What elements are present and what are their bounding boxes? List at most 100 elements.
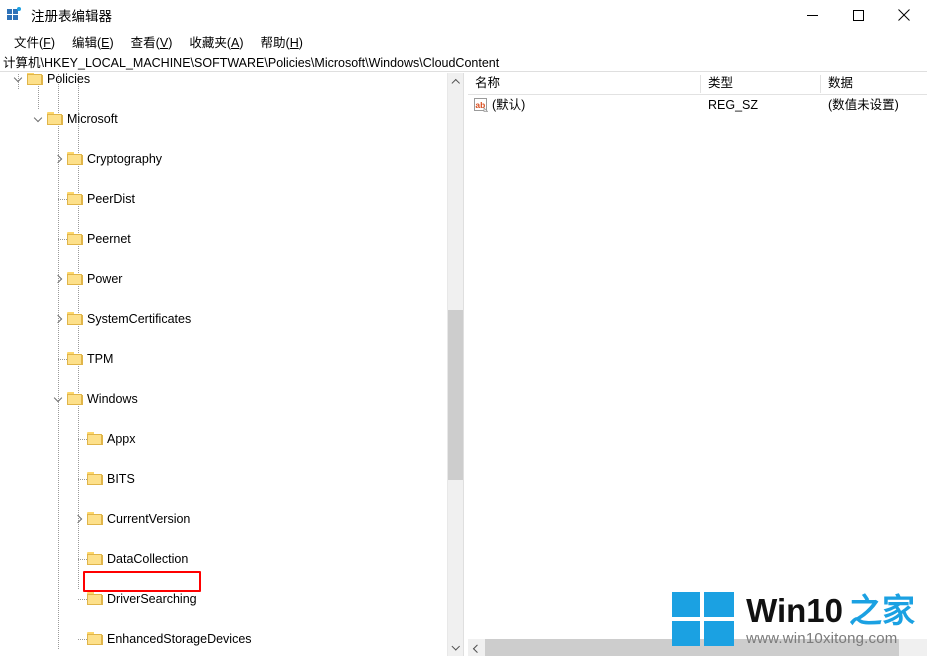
- table-row[interactable]: ab (默认) REG_SZ (数值未设置): [468, 95, 927, 116]
- column-header-type[interactable]: 类型: [701, 73, 820, 94]
- registry-tree-pane: Policies Microsoft Cryptography PeerDist Pee…: [0, 73, 463, 656]
- menu-item-view[interactable]: 查看(V): [123, 30, 182, 53]
- value-list-rows: ab (默认) REG_SZ (数值未设置): [468, 95, 927, 116]
- tree-item-peerdist[interactable]: PeerDist: [0, 189, 447, 209]
- chevron-right-icon[interactable]: [50, 269, 66, 289]
- tree-item-label: PeerDist: [87, 192, 135, 206]
- tree-item-systemcertificates[interactable]: SystemCertificates: [0, 309, 447, 329]
- tree-item-label: Policies: [47, 73, 91, 86]
- scroll-up-button[interactable]: [448, 73, 463, 90]
- scroll-down-button[interactable]: [448, 639, 463, 656]
- registry-value-pane: 名称 类型 数据 ab (默认) REG_SZ (数值未设置): [468, 73, 927, 656]
- tree-item-label: DriverSearching: [107, 592, 197, 606]
- main-area: Policies Microsoft Cryptography PeerDist Pee…: [0, 73, 927, 656]
- menu-accel-help: H: [289, 35, 299, 50]
- tree-item-enhancedstoragedevices[interactable]: EnhancedStorageDevices: [0, 629, 447, 649]
- folder-icon: [67, 312, 84, 326]
- cell-value-type: REG_SZ: [708, 98, 759, 112]
- tree-item-policies[interactable]: Policies: [0, 73, 447, 89]
- tree-guide-stub: [78, 639, 87, 641]
- chevron-up-icon: [452, 78, 460, 86]
- menu-item-help[interactable]: 帮助(H): [253, 30, 312, 53]
- folder-icon: [87, 512, 104, 526]
- tree-guide-stub: [58, 199, 67, 201]
- tree-item-driversearching[interactable]: DriverSearching: [0, 589, 447, 609]
- address-bar[interactable]: 计算机\HKEY_LOCAL_MACHINE\SOFTWARE\Policies…: [0, 52, 927, 72]
- tree-item-peernet[interactable]: Peernet: [0, 229, 447, 249]
- maximize-button[interactable]: [835, 0, 881, 30]
- tree-item-label: EnhancedStorageDevices: [107, 632, 252, 646]
- folder-icon: [87, 472, 104, 486]
- tree-item-label: Appx: [107, 432, 136, 446]
- window-controls: [789, 0, 927, 30]
- folder-icon: [87, 432, 104, 446]
- tree-item-currentversion[interactable]: CurrentVersion: [0, 509, 447, 529]
- registry-editor-icon: [7, 7, 23, 23]
- chevron-down-icon[interactable]: [50, 389, 66, 409]
- minimize-button[interactable]: [789, 0, 835, 30]
- chevron-right-icon[interactable]: [50, 149, 66, 169]
- folder-icon: [67, 192, 84, 206]
- tree-guide-stub: [58, 359, 67, 361]
- tree-item-appx[interactable]: Appx: [0, 429, 447, 449]
- cell-value-name: (默认): [492, 98, 526, 112]
- folder-icon: [67, 352, 84, 366]
- close-button[interactable]: [881, 0, 927, 30]
- menu-bar: 文件(F) 编辑(E) 查看(V) 收藏夹(A) 帮助(H): [0, 30, 927, 52]
- tree-item-cryptography[interactable]: Cryptography: [0, 149, 447, 169]
- registry-tree[interactable]: Policies Microsoft Cryptography PeerDist Pee…: [0, 73, 447, 656]
- menu-accel-file: F: [43, 35, 51, 50]
- tree-item-power[interactable]: Power: [0, 269, 447, 289]
- menu-item-edit[interactable]: 编辑(E): [64, 30, 123, 53]
- maximize-icon: [852, 9, 864, 21]
- folder-icon: [87, 592, 104, 606]
- value-list-header: 名称 类型 数据: [468, 73, 927, 95]
- folder-icon: [67, 152, 84, 166]
- tree-item-label: DataCollection: [107, 552, 189, 566]
- window-title: 注册表编辑器: [31, 9, 112, 24]
- chevron-right-icon[interactable]: [50, 309, 66, 329]
- tree-item-label: TPM: [87, 352, 114, 366]
- folder-icon: [87, 552, 104, 566]
- list-horizontal-scrollbar[interactable]: [468, 639, 927, 656]
- menu-item-file[interactable]: 文件(F): [6, 30, 64, 53]
- tree-item-windows[interactable]: Windows: [0, 389, 447, 409]
- tree-item-label: Windows: [87, 392, 138, 406]
- scroll-left-button[interactable]: [468, 639, 485, 656]
- tree-item-label: BITS: [107, 472, 135, 486]
- title-bar: 注册表编辑器: [0, 0, 927, 30]
- chevron-left-icon: [473, 644, 481, 652]
- tree-vertical-scrollbar[interactable]: [447, 73, 463, 656]
- tree-item-datacollection[interactable]: DataCollection: [0, 549, 447, 569]
- column-header-data[interactable]: 数据: [821, 73, 927, 94]
- tree-item-bits[interactable]: BITS: [0, 469, 447, 489]
- folder-icon: [47, 112, 64, 126]
- tree-item-tpm[interactable]: TPM: [0, 349, 447, 369]
- chevron-right-icon[interactable]: [70, 509, 86, 529]
- column-header-name[interactable]: 名称: [468, 73, 700, 94]
- tree-guide-stub: [78, 439, 87, 441]
- menu-accel-edit: E: [101, 35, 110, 50]
- folder-icon: [27, 73, 44, 86]
- tree-item-label: Power: [87, 272, 123, 286]
- tree-guide-stub: [78, 599, 87, 601]
- string-value-icon: ab: [474, 98, 488, 112]
- vertical-scroll-thumb[interactable]: [448, 310, 463, 480]
- folder-icon: [67, 232, 84, 246]
- menu-accel-view: V: [159, 35, 169, 50]
- cell-value-data: (数值未设置): [828, 98, 899, 112]
- registry-editor-window: 注册表编辑器 文件(F) 编辑(E) 查看(V) 收藏夹(A) 帮助(H) 计算…: [0, 0, 927, 656]
- tree-item-microsoft[interactable]: Microsoft: [0, 109, 447, 129]
- tree-guide-stub: [78, 559, 87, 561]
- chevron-down-icon[interactable]: [10, 73, 26, 89]
- registry-path: 计算机\HKEY_LOCAL_MACHINE\SOFTWARE\Policies…: [3, 56, 500, 70]
- tree-item-label: Peernet: [87, 232, 131, 246]
- menu-item-favorites[interactable]: 收藏夹(A): [181, 30, 252, 53]
- tree-item-label: Microsoft: [67, 112, 118, 126]
- close-icon: [898, 9, 910, 21]
- horizontal-scroll-thumb[interactable]: [485, 639, 899, 656]
- tree-guide-stub: [78, 479, 87, 481]
- chevron-down-icon[interactable]: [30, 109, 46, 129]
- tree-item-label: SystemCertificates: [87, 312, 192, 326]
- tree-item-label: Cryptography: [87, 152, 163, 166]
